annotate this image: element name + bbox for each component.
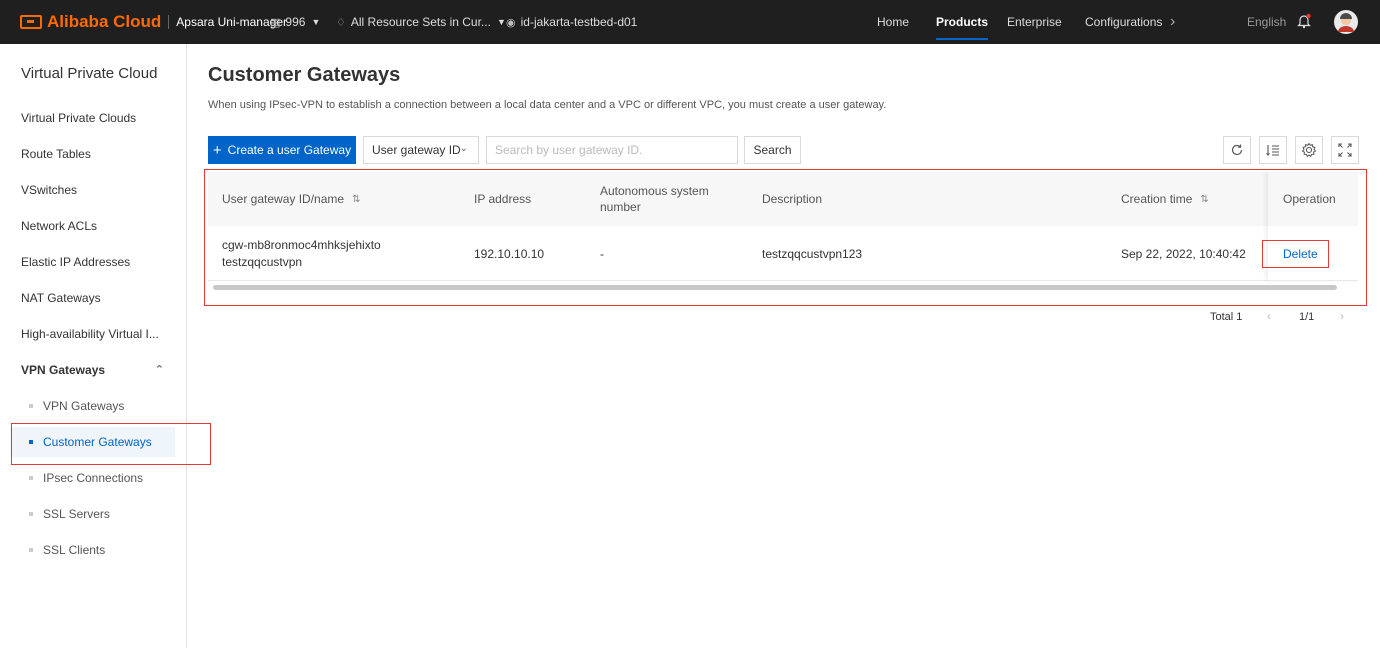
refresh-icon[interactable] (1223, 136, 1251, 164)
filter-select-value: User gateway ID (372, 143, 461, 157)
sidebar-subitem-label: SSL Servers (43, 507, 110, 521)
language-switch[interactable]: English (1247, 0, 1286, 44)
prev-page-icon[interactable]: ‹ (1267, 309, 1271, 323)
sidebar-subitem-ssl-clients[interactable]: SSL Clients (10, 535, 175, 565)
sidebar-item-nat-gateways[interactable]: NAT Gateways (0, 280, 186, 316)
delete-link[interactable]: Delete (1283, 247, 1318, 261)
building-icon: ▤ (270, 16, 281, 29)
gateway-name: testzqqcustvpn (222, 254, 303, 269)
sidebar-subitem-ssl-servers[interactable]: SSL Servers (10, 499, 175, 529)
create-button-label: Create a user Gateway (227, 143, 352, 157)
sort-icon[interactable]: ⇅ (1200, 194, 1208, 205)
column-header-ip: IP address (474, 192, 532, 206)
table-row: cgw-mb8ronmoc4mhksjehixto testzqqcustvpn… (208, 226, 1358, 281)
org-id: 996 (285, 15, 306, 29)
sidebar-subitem-customer-gateways[interactable]: Customer Gateways (10, 427, 175, 457)
page-title: Customer Gateways (208, 64, 401, 86)
column-header-asn: Autonomous system number (600, 184, 709, 214)
bullet-icon (29, 404, 33, 408)
cell-asn: - (600, 246, 604, 261)
sidebar-item-virtual-private-clouds[interactable]: Virtual Private Clouds (0, 100, 186, 136)
column-header-description: Description (762, 192, 823, 206)
sort-icon[interactable]: ⇅ (352, 194, 360, 205)
bullet-icon (29, 512, 33, 516)
bullet-icon (29, 440, 33, 444)
brand-divider (168, 15, 170, 29)
filter-field-select[interactable]: User gateway ID ⌄ (363, 136, 479, 164)
column-settings-icon[interactable] (1259, 136, 1287, 164)
sidebar-subitem-label: IPsec Connections (43, 471, 144, 485)
cell-ip: 192.10.10.10 (474, 246, 545, 261)
table-header: User gateway ID/name ⇅ IP address Autono… (208, 172, 1358, 226)
bell-icon[interactable] (1297, 13, 1311, 29)
column-header-creation-time[interactable]: Creation time ⇅ (1121, 172, 1209, 226)
sidebar-group-label: VPN Gateways (21, 363, 106, 377)
chevron-down-icon: ⌄ (459, 143, 468, 154)
caret-down-icon: ▼ (311, 17, 321, 27)
user-avatar[interactable] (1334, 10, 1358, 34)
nav-enterprise[interactable]: Enterprise (1007, 0, 1062, 44)
column-header-operation: Operation (1283, 192, 1336, 206)
resource-set-icon: ♢ (336, 16, 346, 29)
horizontal-scrollbar[interactable] (213, 285, 1337, 290)
nav-configurations[interactable]: Configurations (1085, 0, 1162, 44)
sidebar-title: Virtual Private Cloud (21, 65, 158, 82)
sidebar-subitem-label: SSL Clients (43, 543, 106, 557)
sidebar-item-vswitches[interactable]: VSwitches (0, 172, 186, 208)
sidebar-subitem-label: Customer Gateways (43, 435, 152, 449)
sidebar-item-havip[interactable]: High-availability Virtual I... (0, 316, 186, 352)
sidebar-item-network-acls[interactable]: Network ACLs (0, 208, 186, 244)
nav-products[interactable]: Products (936, 0, 989, 44)
caret-down-icon: ▼ (496, 17, 506, 27)
cell-creation-time: Sep 22, 2022, 10:40:42 (1121, 246, 1246, 261)
plus-icon: + (212, 141, 222, 159)
pagination-total: Total 1 (1210, 311, 1243, 323)
search-input[interactable] (486, 136, 738, 164)
bullet-icon (29, 476, 33, 480)
user-gateway-table: User gateway ID/name ⇅ IP address Autono… (208, 172, 1358, 281)
sidebar-subitem-ipsec-connections[interactable]: IPsec Connections (10, 463, 175, 493)
column-header-id-name[interactable]: User gateway ID/name ⇅ (222, 172, 360, 226)
alibaba-logo-icon (20, 15, 42, 29)
cell-description: testzqqcustvpn123 (762, 246, 863, 261)
cell-id-name: cgw-mb8ronmoc4mhksjehixto testzqqcustvpn (222, 226, 381, 281)
sidebar-item-route-tables[interactable]: Route Tables (0, 136, 186, 172)
region-label: id-jakarta-testbed-d01 (520, 15, 638, 29)
region-selector[interactable]: ◉ id-jakarta-testbed-d01 (506, 15, 637, 29)
create-user-gateway-button[interactable]: + Create a user Gateway (208, 136, 356, 164)
brand-name: Alibaba Cloud (47, 12, 162, 31)
resource-set-selector[interactable]: ♢ All Resource Sets in Cur... ▼ (336, 15, 506, 29)
column-header-label: Creation time (1121, 192, 1193, 206)
nav-home[interactable]: Home (877, 0, 909, 44)
column-header-label: User gateway ID/name (222, 192, 345, 206)
cell-operation: Delete (1283, 226, 1318, 281)
top-bar: Alibaba Cloud Apsara Uni-manager ▤ 996 ▼… (0, 0, 1380, 44)
org-selector[interactable]: ▤ 996 ▼ (270, 15, 320, 29)
gear-icon[interactable] (1295, 136, 1323, 164)
pagination-page: 1/1 (1299, 311, 1315, 323)
sidebar: Virtual Private Cloud Virtual Private Cl… (0, 44, 187, 648)
next-page-icon[interactable]: › (1340, 309, 1344, 323)
sidebar-subitem-label: VPN Gateways (43, 399, 125, 413)
operation-column: Operation Delete (1268, 172, 1358, 281)
location-pin-icon: ◉ (506, 16, 516, 29)
search-button[interactable]: Search (744, 136, 801, 164)
sidebar-item-elastic-ip-addresses[interactable]: Elastic IP Addresses (0, 244, 186, 280)
resource-set-label: All Resource Sets in Cur... (350, 15, 491, 29)
fullscreen-icon[interactable] (1331, 136, 1359, 164)
sidebar-group-vpn-gateways[interactable]: VPN Gateways ⌃ (0, 352, 186, 388)
gateway-id[interactable]: cgw-mb8ronmoc4mhksjehixto (222, 237, 381, 254)
page-description: When using IPsec-VPN to establish a conn… (208, 99, 887, 111)
alibaba-cloud-logo[interactable]: Alibaba Cloud (20, 12, 161, 32)
chevron-up-icon: ⌃ (154, 364, 164, 376)
bullet-icon (29, 548, 33, 552)
sidebar-subitem-vpn-gateways[interactable]: VPN Gateways (10, 391, 175, 421)
nav-scroll-right-icon[interactable]: › (1170, 0, 1175, 44)
